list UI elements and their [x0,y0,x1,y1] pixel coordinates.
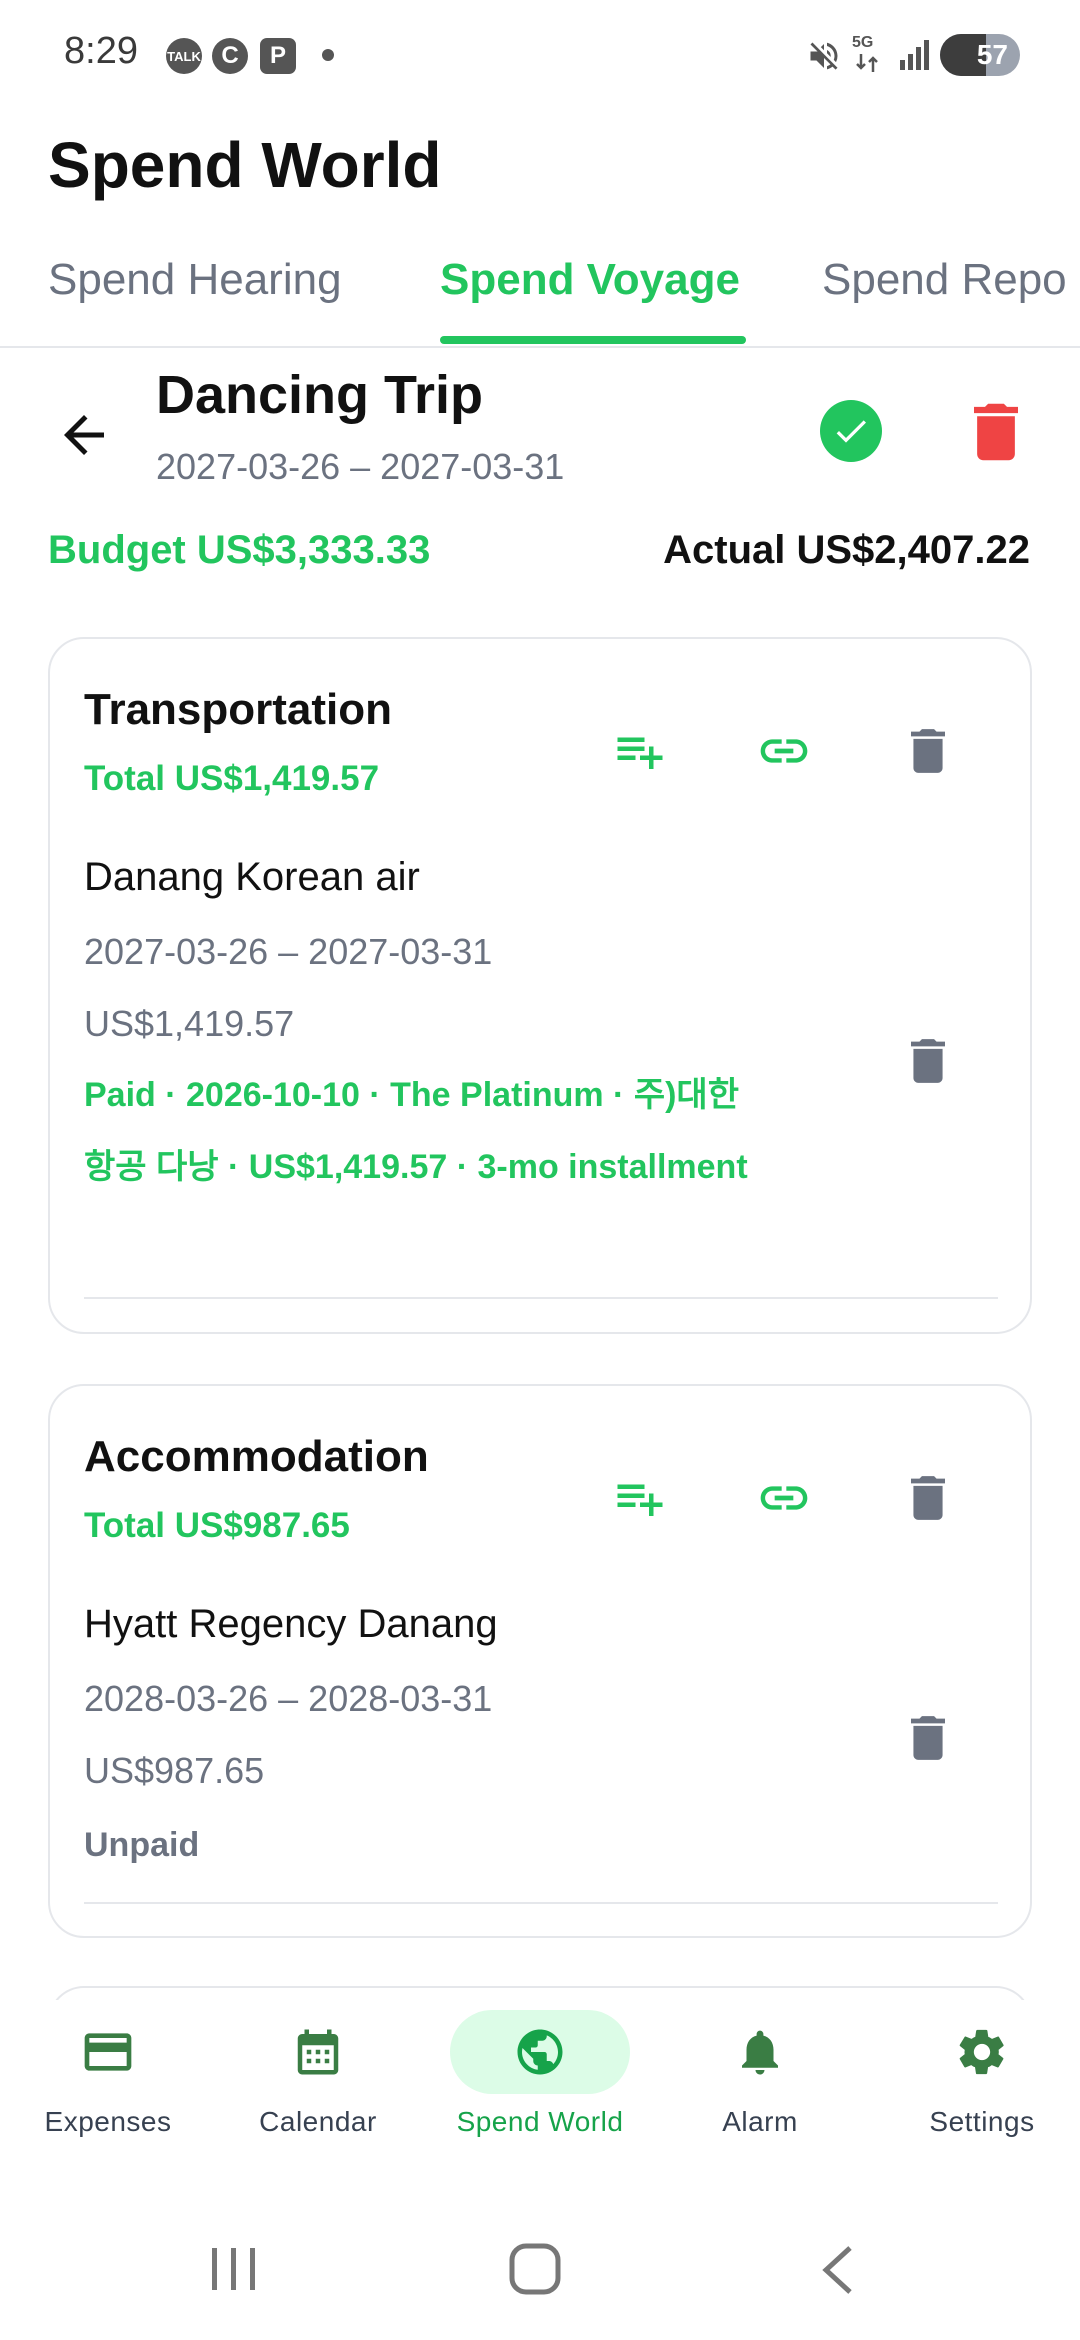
item-amount: US$987.65 [84,1750,265,1791]
nav-item-settings[interactable]: Settings [874,2010,1080,2170]
signal-icon [900,40,929,70]
nav-label: Expenses [44,2106,172,2137]
item-divider [84,1297,998,1299]
category-name: Transportation [84,685,393,734]
item-payment-status: Unpaid [84,1826,200,1864]
nav-item-calendar[interactable]: Calendar [210,2010,426,2170]
credit-card-icon [84,2033,132,2071]
link-category-button[interactable] [754,1468,814,1528]
trash-icon [911,729,945,773]
bell-icon [742,2030,778,2075]
category-card-transportation: Transportation Total US$1,419.57 Danang … [48,637,1032,1334]
item-dates: 2028-03-26 – 2028-03-31 [84,1678,493,1719]
nav-item-spend-world[interactable]: Spend World [432,2010,648,2170]
delete-trip-icon[interactable] [974,402,1018,462]
item-payment-status: Paid · 2026-10-10 · The Platinum · 주)대한항… [84,1076,748,1186]
trash-icon [911,1476,945,1520]
delete-item-button[interactable] [898,1031,958,1091]
nav-pill [670,2010,850,2094]
back-arrow-icon[interactable] [54,405,114,465]
link-icon [760,1486,808,1510]
home-icon[interactable] [508,2242,562,2296]
link-icon [760,739,808,763]
more-notifications-dot [322,49,334,61]
delete-category-button[interactable] [898,721,958,781]
tabs-divider [0,346,1080,348]
category-name: Accommodation [84,1432,429,1481]
item-name: Danang Korean air [84,855,420,899]
link-category-button[interactable] [754,721,814,781]
delete-category-button[interactable] [898,1468,958,1528]
item-dates: 2027-03-26 – 2027-03-31 [84,931,493,972]
nav-pill [892,2010,1072,2094]
page-title: Spend World [48,129,442,201]
trip-name: Dancing Trip [156,365,484,425]
nav-item-expenses[interactable]: Expenses [0,2010,216,2170]
battery-indicator: 57 [940,34,1020,76]
nav-label: Calendar [259,2106,377,2137]
status-bar: 8:29 TALK C P 5G 57 [0,0,1080,110]
nav-pill [18,2010,198,2094]
nav-label: Alarm [722,2106,798,2137]
nav-item-alarm[interactable]: Alarm [652,2010,868,2170]
tab-spend-voyage[interactable]: Spend Voyage [440,255,740,305]
trash-icon [911,1039,945,1083]
c-notification-icon: C [212,38,248,74]
battery-percent: 57 [976,39,1008,70]
globe-icon [517,2029,563,2075]
trip-dates: 2027-03-26 – 2027-03-31 [156,446,565,487]
nav-label: Spend World [456,2106,624,2137]
add-item-button[interactable] [610,721,670,781]
category-total: Total US$1,419.57 [84,759,380,798]
tab-spend-report[interactable]: Spend Repo [822,255,1067,305]
item-divider [84,1902,998,1904]
trip-budget: Budget US$3,333.33 [48,528,431,572]
item-amount: US$1,419.57 [84,1003,295,1044]
trash-icon [911,1716,945,1760]
p-notification-icon: P [260,38,296,74]
complete-trip-button[interactable] [820,400,882,462]
calendar-icon [297,2029,339,2075]
system-nav-bar [0,2200,1080,2340]
playlist-add-icon [617,1484,663,1516]
category-card-accommodation: Accommodation Total US$987.65 Hyatt Rege… [48,1384,1032,1938]
recent-apps-icon[interactable] [208,2244,260,2294]
talk-notification-icon: TALK [166,38,202,74]
back-icon[interactable] [818,2244,858,2296]
status-time: 8:29 [64,30,138,72]
tab-spend-hearing[interactable]: Spend Hearing [48,255,342,305]
network-type: 5G [852,34,874,51]
playlist-add-icon [617,737,663,769]
check-icon [836,420,866,443]
nav-label: Settings [929,2106,1035,2137]
data-arrows-icon [856,54,878,72]
active-tab-indicator [440,336,746,344]
add-item-button[interactable] [610,1468,670,1528]
gear-icon [959,2029,1004,2075]
category-total: Total US$987.65 [84,1506,350,1545]
mute-icon [810,42,838,70]
nav-pill-active [450,2010,630,2094]
nav-pill [228,2010,408,2094]
trip-actual: Actual US$2,407.22 [663,528,1030,572]
delete-item-button[interactable] [898,1708,958,1768]
item-name: Hyatt Regency Danang [84,1602,498,1646]
